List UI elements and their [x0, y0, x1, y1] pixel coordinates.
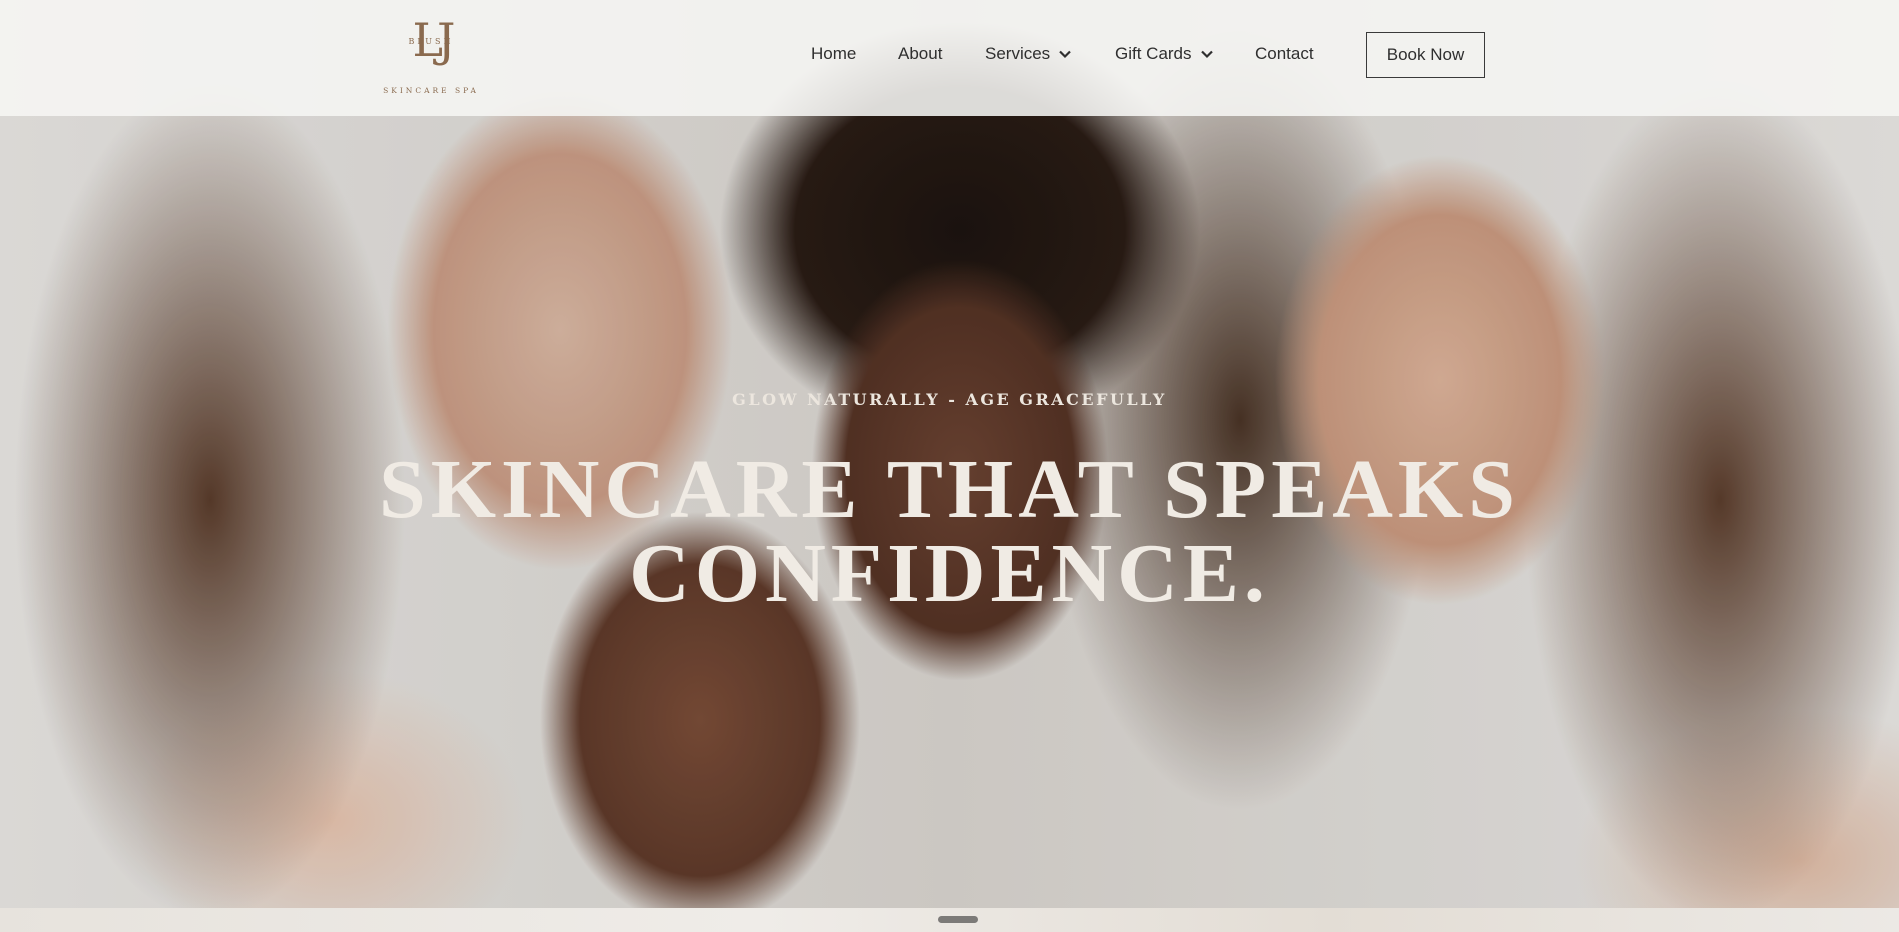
chevron-down-icon: [1058, 47, 1072, 61]
nav-services-label: Services: [985, 44, 1051, 63]
nav-gift-cards[interactable]: Gift Cards: [1115, 44, 1214, 64]
book-now-button[interactable]: Book Now: [1366, 32, 1485, 78]
nav-home[interactable]: Home: [811, 44, 856, 64]
nav-home-label: Home: [811, 44, 857, 63]
site-header: LJ BLUSH SKINCARE SPA Home About Service…: [0, 0, 1899, 116]
nav-about-label: About: [898, 44, 943, 63]
nav-about[interactable]: About: [898, 44, 942, 64]
hero-tagline: GLOW NATURALLY - AGE GRACEFULLY: [732, 390, 1167, 409]
logo-small-text: BLUSH: [408, 37, 454, 46]
logo-subtitle: SKINCARE SPA: [383, 86, 479, 95]
hero-headline-line2: CONFIDENCE.: [629, 527, 1270, 620]
nav-gift-cards-label: Gift Cards: [1115, 44, 1192, 63]
chevron-down-icon: [1200, 47, 1214, 61]
hero-headline-line1: SKINCARE THAT SPEAKS: [379, 443, 1520, 536]
scroll-handle[interactable]: [938, 916, 978, 923]
nav-services[interactable]: Services: [985, 44, 1072, 64]
hero-headline: SKINCARE THAT SPEAKS CONFIDENCE.: [0, 448, 1899, 616]
nav-contact[interactable]: Contact: [1255, 44, 1314, 64]
logo[interactable]: LJ BLUSH SKINCARE SPA: [378, 10, 484, 100]
nav-contact-label: Contact: [1255, 44, 1314, 63]
